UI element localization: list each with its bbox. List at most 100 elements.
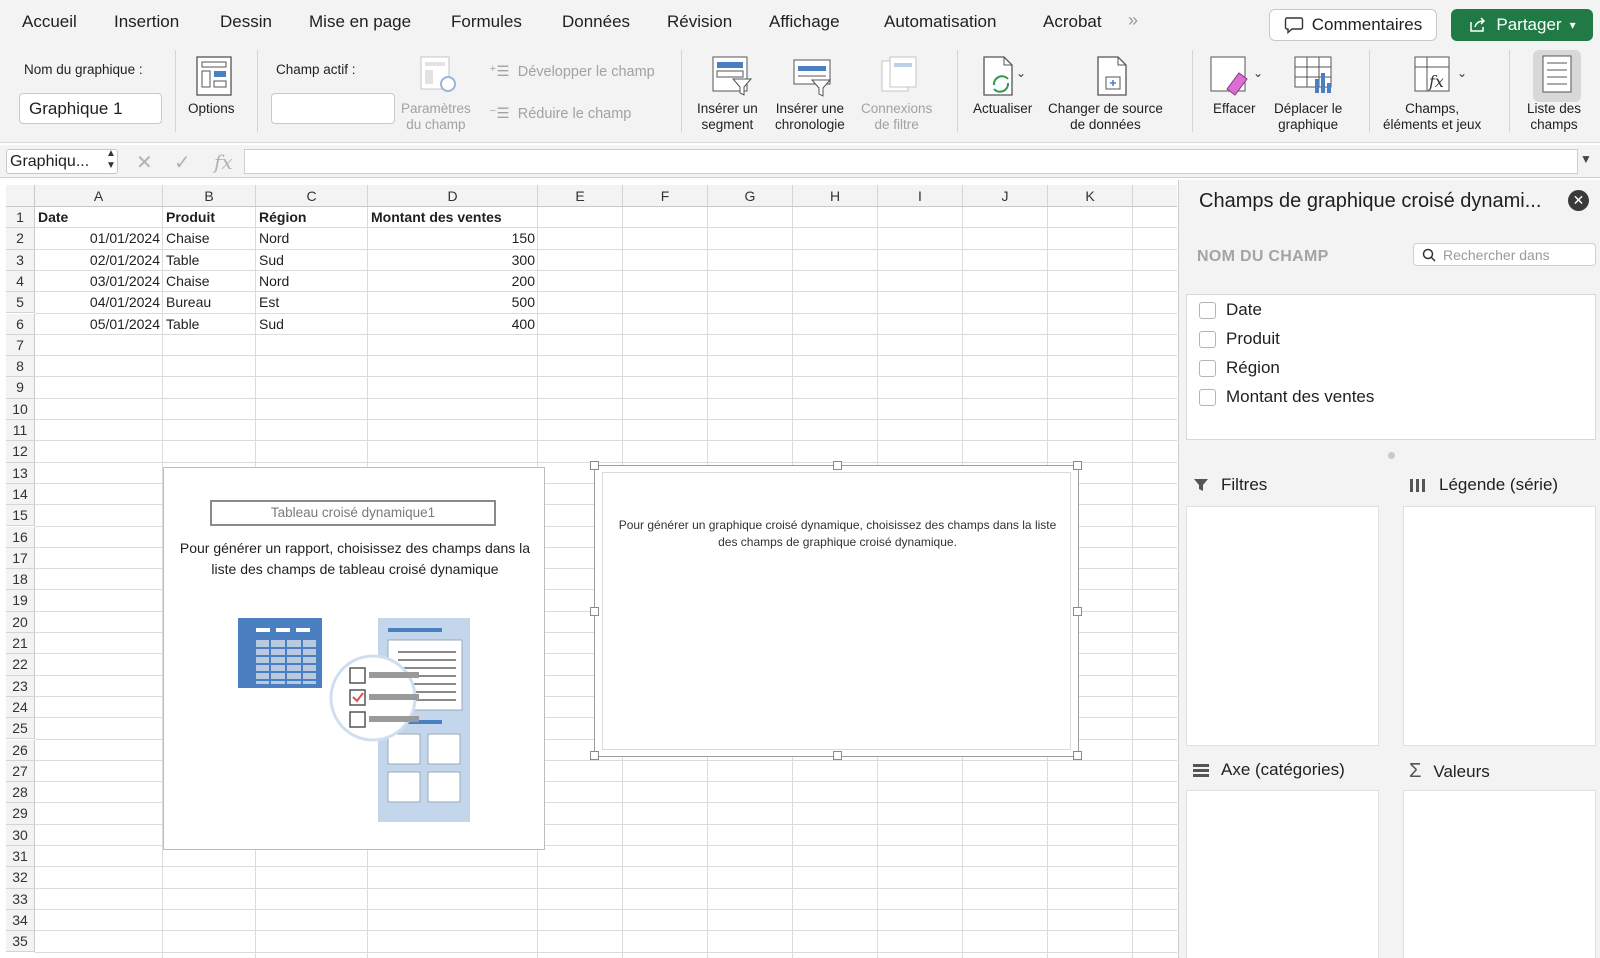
tab-insertion[interactable]: Insertion	[114, 12, 179, 32]
cell-c1[interactable]: Région	[259, 207, 365, 228]
insert-timeline-button[interactable]: Insérer une chronologie	[775, 101, 845, 133]
resize-handle-bl[interactable]	[590, 751, 599, 760]
refresh-button[interactable]: Actualiser	[973, 101, 1032, 117]
field-item-region[interactable]: Région	[1199, 358, 1280, 378]
options-button[interactable]: Options	[188, 101, 235, 117]
formula-input[interactable]	[244, 149, 1578, 174]
column-header-e[interactable]: E	[538, 185, 623, 207]
row-header-16[interactable]: 16	[6, 526, 35, 548]
tab-affichage[interactable]: Affichage	[769, 12, 840, 32]
cell-b4[interactable]: Chaise	[166, 271, 253, 292]
row-header-4[interactable]: 4	[6, 270, 35, 293]
row-header-27[interactable]: 27	[6, 760, 35, 783]
cell-b1[interactable]: Produit	[166, 207, 253, 228]
resize-handle-t[interactable]	[833, 461, 842, 470]
cell-d5[interactable]: 500	[371, 292, 535, 313]
tab-formules[interactable]: Formules	[451, 12, 522, 32]
row-header-32[interactable]: 32	[6, 867, 35, 889]
row-header-12[interactable]: 12	[6, 441, 35, 463]
column-header-a[interactable]: A	[35, 185, 163, 207]
field-checkbox[interactable]	[1199, 301, 1216, 319]
row-header-3[interactable]: 3	[6, 249, 35, 271]
resize-handle-tr[interactable]	[1073, 461, 1082, 470]
field-search-input[interactable]: Rechercher dans	[1413, 243, 1596, 266]
row-header-23[interactable]: 23	[6, 675, 35, 697]
insert-slicer-button[interactable]: Insérer un segment	[697, 101, 758, 133]
cell-b6[interactable]: Table	[166, 314, 253, 335]
cell-c6[interactable]: Sud	[259, 314, 365, 335]
row-header-5[interactable]: 5	[6, 292, 35, 314]
row-header-31[interactable]: 31	[6, 846, 35, 868]
tab-donnees[interactable]: Données	[562, 12, 630, 32]
row-header-19[interactable]: 19	[6, 590, 35, 612]
column-header-f[interactable]: F	[623, 185, 708, 207]
chevron-down-icon[interactable]: ▾	[1570, 18, 1576, 32]
cell-a1[interactable]: Date	[38, 207, 160, 228]
field-list-button[interactable]: Liste des champs	[1527, 101, 1581, 133]
column-header-d[interactable]: D	[368, 185, 538, 207]
field-item-produit[interactable]: Produit	[1199, 329, 1280, 349]
formula-expand-icon[interactable]: ▼	[1580, 152, 1592, 166]
column-header-j[interactable]: J	[963, 185, 1048, 207]
cell-b2[interactable]: Chaise	[166, 228, 253, 249]
row-header-28[interactable]: 28	[6, 782, 35, 804]
cell-d4[interactable]: 200	[371, 271, 535, 292]
column-header-i[interactable]: I	[878, 185, 963, 207]
row-header-33[interactable]: 33	[6, 888, 35, 910]
column-header-b[interactable]: B	[163, 185, 256, 207]
cell-c2[interactable]: Nord	[259, 228, 365, 249]
pane-splitter[interactable]	[1388, 452, 1395, 459]
resize-handle-l[interactable]	[590, 607, 599, 616]
row-header-11[interactable]: 11	[6, 420, 35, 442]
row-header-30[interactable]: 30	[6, 824, 35, 846]
name-box-stepper[interactable]: ▲ ▼	[106, 148, 116, 172]
select-all-corner[interactable]	[6, 185, 35, 207]
row-header-6[interactable]: 6	[6, 313, 35, 335]
name-box[interactable]: Graphiqu...	[6, 149, 118, 174]
active-field-input[interactable]	[271, 93, 395, 124]
cell-a3[interactable]: 02/01/2024	[38, 250, 160, 271]
resize-handle-r[interactable]	[1073, 607, 1082, 616]
row-header-18[interactable]: 18	[6, 569, 35, 591]
tab-revision[interactable]: Révision	[667, 12, 732, 32]
resize-handle-tl[interactable]	[590, 461, 599, 470]
move-chart-button[interactable]: Déplacer le graphique	[1274, 101, 1342, 133]
cell-d3[interactable]: 300	[371, 250, 535, 271]
function-icon[interactable]: fx	[214, 150, 233, 174]
confirm-icon[interactable]: ✓	[174, 150, 191, 175]
column-header-c[interactable]: C	[256, 185, 368, 207]
cell-a4[interactable]: 03/01/2024	[38, 271, 160, 292]
row-header-35[interactable]: 35	[6, 931, 35, 953]
resize-handle-br[interactable]	[1073, 751, 1082, 760]
row-header-13[interactable]: 13	[6, 462, 35, 484]
cell-a5[interactable]: 04/01/2024	[38, 292, 160, 313]
row-header-10[interactable]: 10	[6, 398, 35, 420]
axis-drop-area[interactable]	[1186, 790, 1379, 958]
fields-items-sets-button[interactable]: Champs, éléments et jeux	[1383, 101, 1481, 133]
tab-automatisation[interactable]: Automatisation	[884, 12, 996, 32]
cell-d2[interactable]: 150	[371, 228, 535, 249]
field-checkbox[interactable]	[1199, 359, 1216, 377]
row-header-7[interactable]: 7	[6, 334, 35, 357]
field-checkbox[interactable]	[1199, 330, 1216, 348]
row-header-20[interactable]: 20	[6, 611, 35, 633]
cell-a6[interactable]: 05/01/2024	[38, 314, 160, 335]
row-header-1[interactable]: 1	[6, 207, 35, 229]
tab-acrobat[interactable]: Acrobat	[1043, 12, 1102, 32]
pivot-table-placeholder[interactable]: Tableau croisé dynamique1 Pour générer u…	[163, 467, 545, 850]
clear-button[interactable]: Effacer	[1213, 101, 1256, 117]
field-item-montant[interactable]: Montant des ventes	[1199, 387, 1374, 407]
resize-handle-b[interactable]	[833, 751, 842, 760]
row-header-8[interactable]: 8	[6, 356, 35, 378]
row-header-2[interactable]: 2	[6, 228, 35, 250]
pivot-chart-plot-area[interactable]: Pour générer un graphique croisé dynamiq…	[602, 472, 1071, 750]
row-header-29[interactable]: 29	[6, 803, 35, 825]
filters-drop-area[interactable]	[1186, 506, 1379, 746]
cell-d6[interactable]: 400	[371, 314, 535, 335]
column-header-h[interactable]: H	[793, 185, 878, 207]
row-header-22[interactable]: 22	[6, 654, 35, 676]
close-icon[interactable]: ✕	[1568, 190, 1589, 211]
field-item-date[interactable]: Date	[1199, 300, 1262, 320]
tab-dessin[interactable]: Dessin	[220, 12, 272, 32]
row-header-17[interactable]: 17	[6, 547, 35, 570]
